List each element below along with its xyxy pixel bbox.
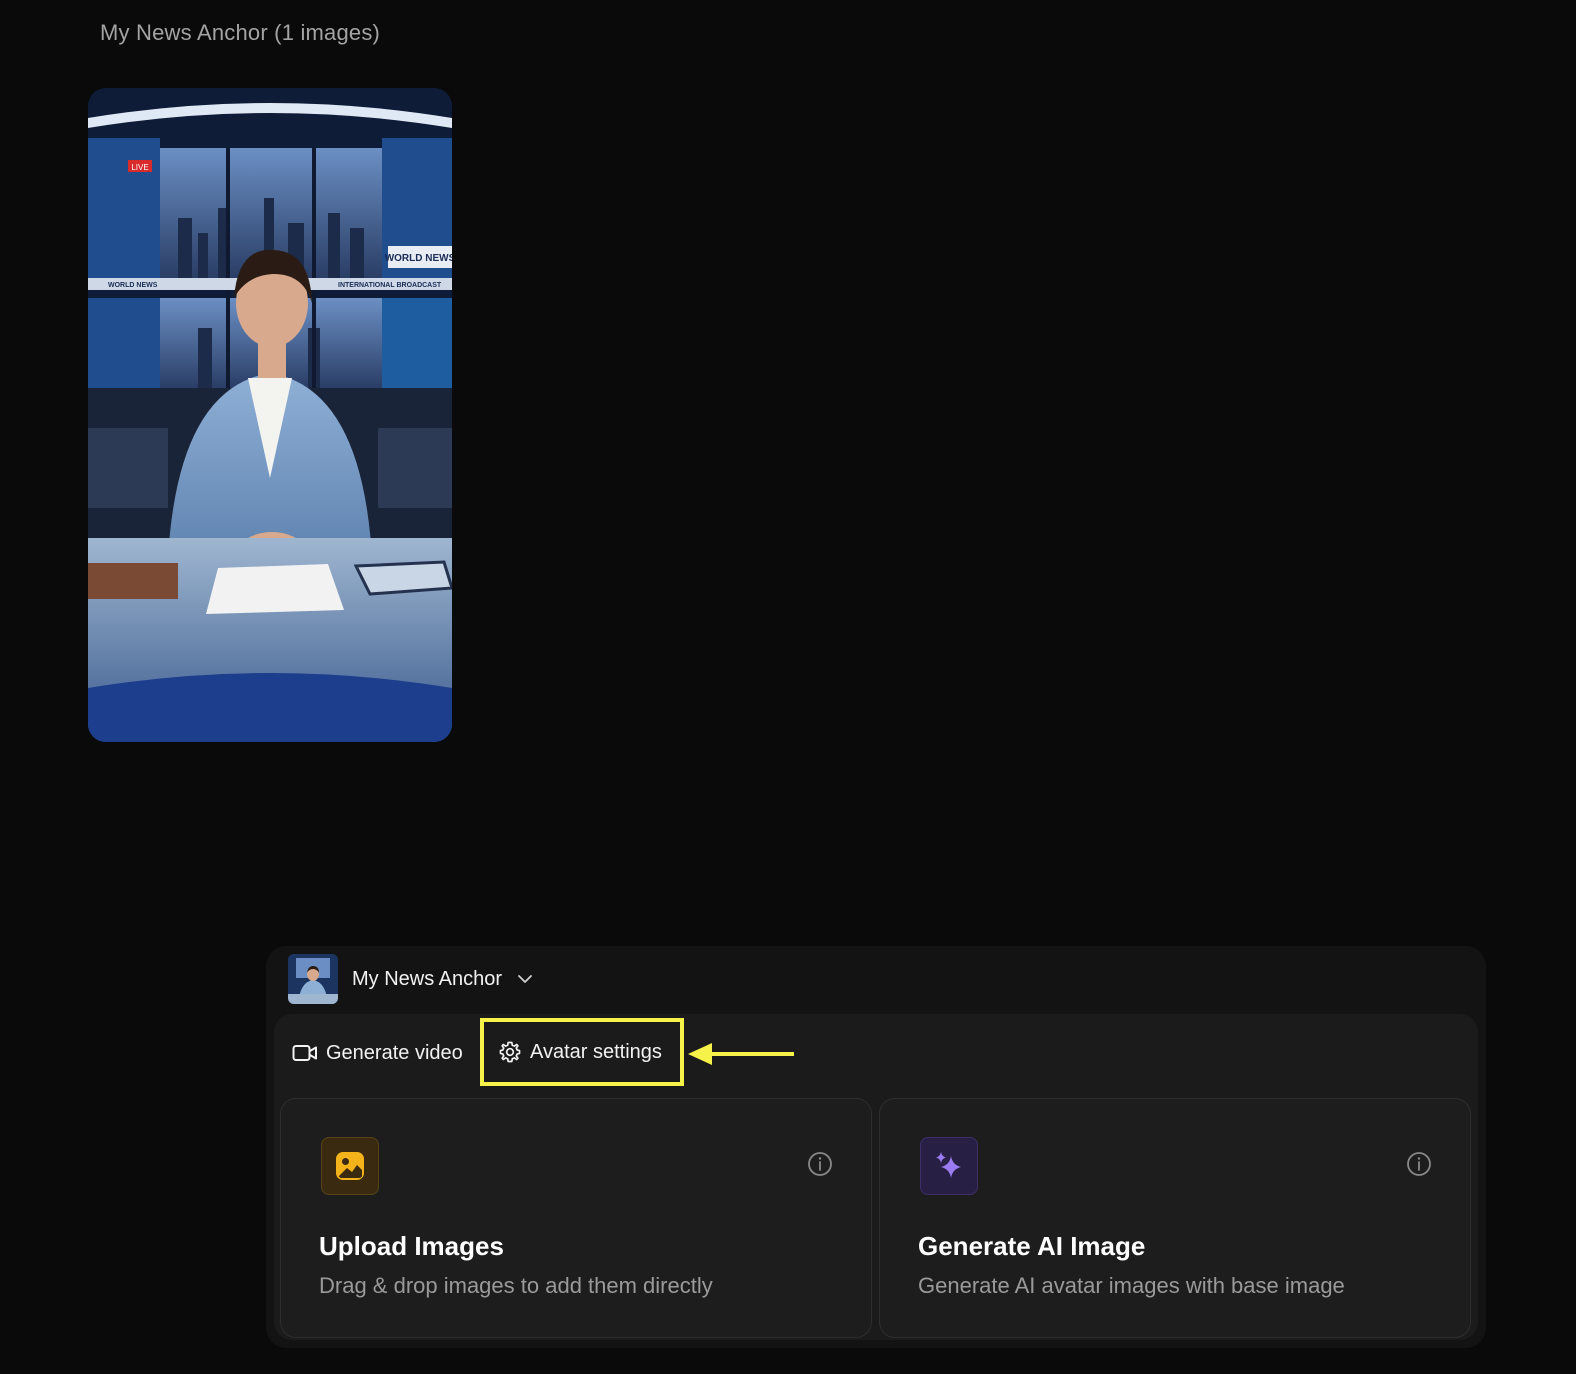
- tab-avatar-settings-label: Avatar settings: [530, 1040, 662, 1063]
- upload-icon-box: [321, 1137, 379, 1195]
- sparkles-icon: [936, 1152, 961, 1178]
- gallery-title: My News Anchor (1 images): [100, 20, 381, 45]
- gear-icon: [499, 1041, 521, 1063]
- info-icon[interactable]: [1406, 1151, 1432, 1177]
- avatar-selector[interactable]: My News Anchor: [288, 954, 534, 1004]
- tab-bar: Generate video Avatar settings: [274, 1014, 1478, 1090]
- tab-avatar-settings[interactable]: Avatar settings: [480, 1018, 684, 1086]
- generate-ai-image-title: Generate AI Image: [918, 1231, 1146, 1261]
- avatar-panel: My News Anchor Generate video Avatar set…: [266, 946, 1486, 1348]
- generate-icon-box: [920, 1137, 978, 1195]
- tab-generate-video-label: Generate video: [326, 1041, 463, 1064]
- upload-images-card[interactable]: Upload Images Drag & drop images to add …: [280, 1098, 872, 1338]
- avatar-thumbnail: [288, 954, 338, 1004]
- annotation-arrow-icon: [688, 1043, 794, 1065]
- generate-ai-image-description: Generate AI avatar images with base imag…: [918, 1273, 1345, 1298]
- tab-generate-video[interactable]: Generate video: [292, 1030, 463, 1076]
- world-news-label: WORLD NEWS: [385, 253, 452, 264]
- upload-images-title: Upload Images: [319, 1231, 504, 1261]
- avatar-name: My News Anchor: [352, 967, 503, 990]
- live-label: LIVE: [131, 163, 148, 172]
- chevron-down-icon[interactable]: [516, 970, 534, 988]
- avatar-image-card[interactable]: LIVE WORLD NEWS WORLD NEWS INTERNATIONAL…: [88, 88, 452, 742]
- generate-ai-image-card[interactable]: Generate AI Image Generate AI avatar ima…: [879, 1098, 1471, 1338]
- video-camera-icon: [292, 1045, 317, 1061]
- news-anchor-image: LIVE WORLD NEWS WORLD NEWS INTERNATIONAL…: [88, 88, 452, 742]
- upload-images-description: Drag & drop images to add them directly: [319, 1273, 713, 1298]
- image-icon: [336, 1152, 364, 1180]
- action-area: Generate video Avatar settings Upload Im…: [274, 1014, 1478, 1340]
- ticker-right: INTERNATIONAL BROADCAST: [338, 282, 442, 289]
- info-icon[interactable]: [807, 1151, 833, 1177]
- ticker-left: WORLD NEWS: [108, 282, 158, 289]
